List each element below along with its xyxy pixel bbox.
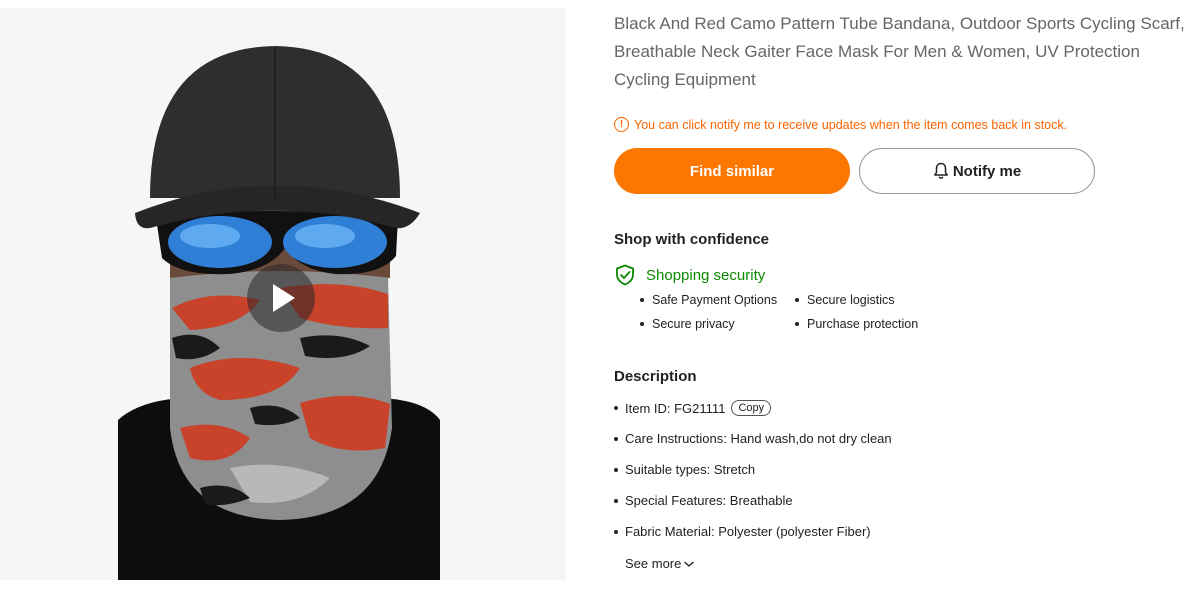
stock-notice-text: You can click notify me to receive updat…: [634, 117, 1068, 132]
exclamation-circle-icon: !: [614, 117, 629, 132]
item-id-text: Item ID: FG21111: [625, 400, 726, 416]
shop-confidence-heading: Shop with confidence: [614, 231, 770, 248]
security-item: Secure logistics: [795, 293, 895, 307]
security-item: Purchase protection: [795, 317, 918, 331]
stock-notice: ! You can click notify me to receive upd…: [614, 117, 1067, 132]
description-item: Suitable types: Stretch: [614, 462, 755, 477]
see-more-label: See more: [625, 556, 682, 571]
product-image[interactable]: [0, 8, 566, 580]
find-similar-button[interactable]: Find similar: [614, 148, 850, 194]
description-item: Care Instructions: Hand wash,do not dry …: [614, 431, 892, 446]
product-title: Black And Red Camo Pattern Tube Bandana,…: [614, 14, 1185, 89]
see-more-link[interactable]: See more: [625, 556, 695, 571]
notify-me-button[interactable]: Notify me: [859, 148, 1095, 194]
description-item: Special Features: Breathable: [614, 493, 793, 508]
description-item-id: Item ID: FG21111 Copy: [614, 400, 772, 416]
shield-check-icon: [616, 264, 634, 286]
notify-me-label: Notify me: [952, 162, 1022, 180]
video-play-button[interactable]: [247, 264, 315, 332]
play-icon: [273, 284, 295, 312]
description-heading: Description: [614, 368, 697, 385]
copy-button[interactable]: Copy: [731, 400, 772, 416]
description-item: Fabric Material: Polyester (polyester Fi…: [614, 524, 871, 539]
bell-icon: [933, 162, 948, 179]
security-item: Safe Payment Options: [640, 293, 777, 307]
shopping-security[interactable]: Shopping security: [614, 264, 765, 286]
shopping-security-label: Shopping security: [646, 266, 766, 284]
security-item: Secure privacy: [640, 317, 735, 331]
chevron-down-icon: [684, 560, 695, 567]
